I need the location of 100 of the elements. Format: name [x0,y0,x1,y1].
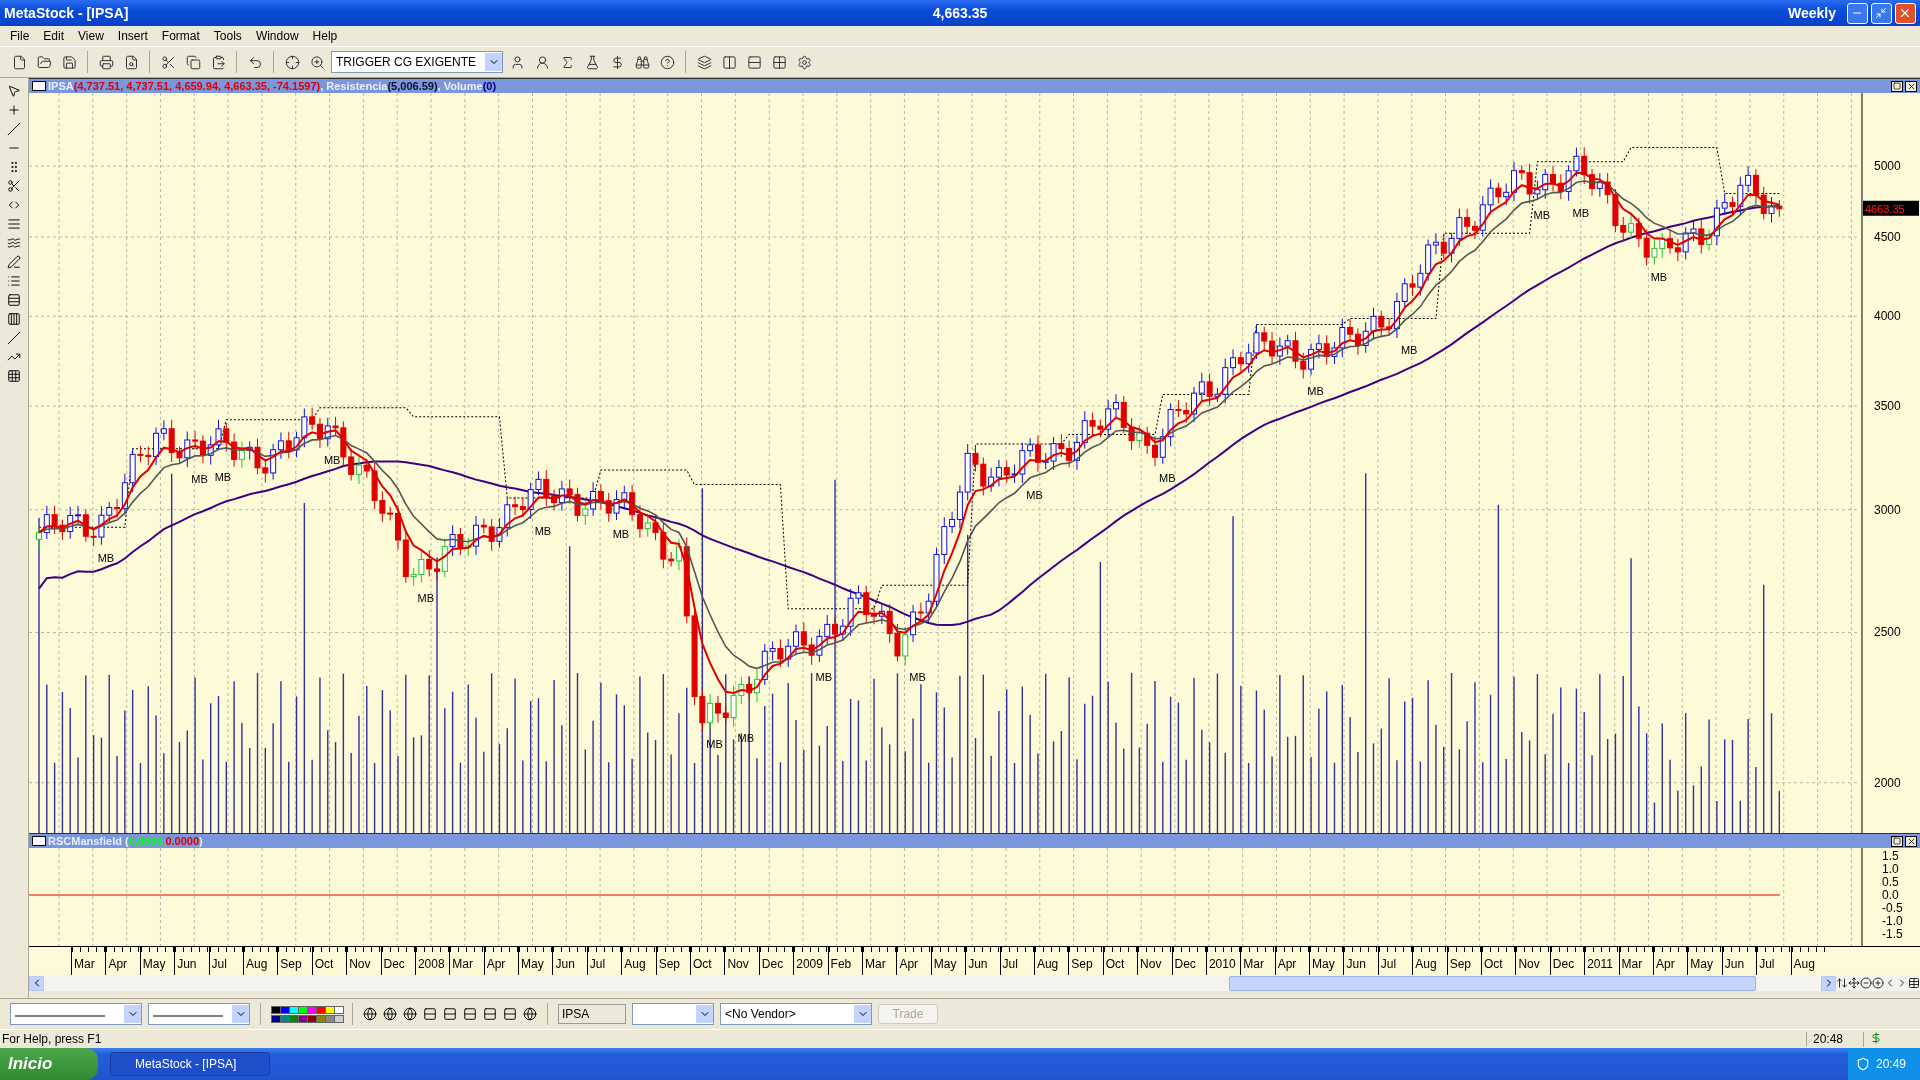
window-icon[interactable] [423,1007,437,1021]
window-icon[interactable] [503,1007,517,1021]
date-axis-label: Nov [1515,947,1550,975]
maximize-icon [1893,837,1901,845]
lines-icon[interactable] [7,217,21,231]
signal-label: MB [1307,384,1324,397]
axis-tick-label: 4500 [1874,229,1901,244]
date-axis-label: Jun [965,947,1000,975]
date-axis-label: Aug [1033,947,1069,975]
last-price-tag: 4663.35 [1862,200,1919,216]
resize-icon[interactable] [7,198,21,212]
axis-tick-label: -0.5 [1882,901,1903,915]
maximize-icon [1893,82,1901,90]
move-icon[interactable] [1848,977,1860,989]
scroll-right-button[interactable] [1821,975,1836,991]
globe-icon[interactable] [363,1007,377,1021]
legend-text: , Volume [437,80,483,92]
globe-icon[interactable] [523,1007,537,1021]
axis-tick-label: 4000 [1874,309,1901,324]
close-icon [1906,81,1916,91]
date-axis-label: Sep [1068,947,1103,975]
date-axis-label: Dec [1171,947,1206,975]
pane-icon [32,81,46,91]
menu-item[interactable]: Edit [37,27,71,45]
signal-label: MB [1400,344,1418,357]
grid-icon[interactable] [7,369,21,383]
menu-item[interactable]: Insert [111,27,154,45]
date-axis-label: Mar [449,947,484,975]
legend-text: , Resistencia [320,80,388,92]
restore-button[interactable] [1871,2,1892,24]
scrollbar-thumb[interactable] [1229,975,1756,991]
status-text: For Help, press F1 [2,1032,103,1046]
maximize-button[interactable] [1891,80,1903,92]
close-button[interactable] [1905,835,1917,847]
menu-item[interactable]: Help [306,27,344,45]
minimize-button[interactable] [1847,2,1868,24]
date-axis-label: Jun [552,947,587,975]
line-icon[interactable] [7,331,21,345]
window-icon[interactable] [443,1007,457,1021]
scissors-icon[interactable] [7,179,21,193]
zoom-in-icon[interactable] [1872,977,1884,989]
date-axis-label: Apr [1652,947,1688,975]
axis-tick-label: 2500 [1874,625,1901,640]
shield-icon[interactable] [1855,1057,1870,1071]
vendor-dropdown[interactable]: <No Vendor> [720,1003,872,1025]
close-button[interactable] [1905,80,1917,92]
menu-item[interactable]: Tools [207,27,248,45]
date-axis-label: Aug [621,947,656,975]
menu-item[interactable]: View [72,27,110,45]
axis-tick-label: 0.5 [1882,875,1899,889]
date-axis-label: 2011 [1584,947,1619,975]
expert-dropdown[interactable]: TRIGGER CG EXIGENTE [331,51,503,73]
trendline-icon[interactable] [7,122,21,136]
axis-tick-label: 1.5 [1882,849,1899,863]
menu-item[interactable]: Format [155,27,206,45]
date-axis-label: Nov [1137,947,1172,975]
globe-icon[interactable] [403,1007,417,1021]
signal-label: MB [214,470,232,483]
date-axis-label: Nov [346,947,381,975]
taskbar-item[interactable]: MetaStock - [IPSA] [110,1052,270,1076]
date-axis-label: Sep [277,947,312,975]
levels-icon[interactable] [7,293,21,307]
periodicity-label: Weekly [1788,5,1836,21]
line-weight-dropdown[interactable] [148,1003,250,1025]
legend-text: (5,006.59) [387,80,438,92]
axis-tick-label: 3000 [1874,502,1901,517]
window-icon[interactable] [483,1007,497,1021]
date-axis-label: Jul [208,947,243,975]
date-axis-label: Apr [896,947,931,975]
line-style-dropdown[interactable] [10,1003,142,1025]
pen-icon[interactable] [7,255,21,269]
signal-label: MB [909,671,926,684]
line-sample-icon [153,1014,223,1018]
line-sample-icon [15,1014,105,1018]
date-axis-label: May [139,947,175,975]
menu-item[interactable]: Window [249,27,305,45]
data-window-icon[interactable] [1908,977,1920,989]
zoom-out-icon[interactable] [1860,977,1872,989]
date-axis-label: May [518,947,553,975]
scale-icon[interactable] [1836,977,1848,989]
pointer-icon[interactable] [7,84,21,98]
cycle-lines-icon[interactable] [7,312,21,326]
date-axis-label: Mar [1618,947,1653,975]
dropdown[interactable] [632,1003,714,1025]
date-axis-label: Oct [1102,947,1138,975]
maximize-button[interactable] [1891,835,1903,847]
menu-item[interactable]: File [4,27,36,45]
signal-label: MB [612,527,630,540]
globe-icon[interactable] [383,1007,397,1021]
date-axis-label: 2008 [414,947,450,975]
scroll-left-button[interactable] [29,975,44,991]
symbol-field[interactable]: IPSA [558,1004,626,1024]
window-icon[interactable] [463,1007,477,1021]
window-title: MetaStock - [IPSA] [4,5,130,21]
axis-tick-label: 1.0 [1882,862,1899,876]
date-axis-label: Mar [71,947,106,975]
date-axis-label: Apr [483,947,519,975]
date-axis-label: Dec [758,947,794,975]
start-button[interactable]: Inicio [0,1048,98,1080]
color-palette[interactable] [271,1005,342,1023]
